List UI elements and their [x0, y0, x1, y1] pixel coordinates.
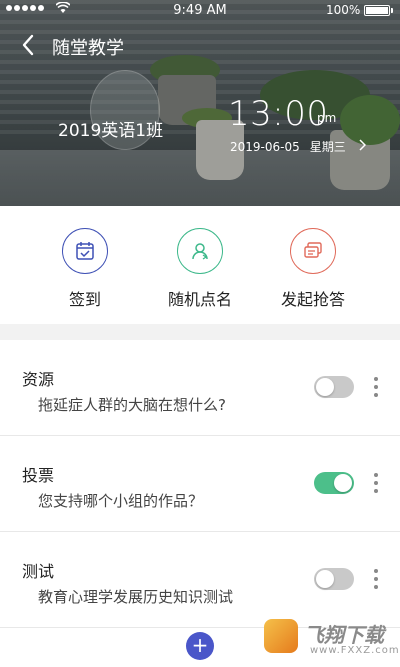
chevron-left-icon[interactable] [18, 32, 40, 58]
sign-in-button[interactable]: 签到 [30, 228, 140, 310]
class-time: 13:00 [228, 94, 329, 134]
watermark-url: www.FXXZ.com [310, 645, 400, 656]
toggle-switch[interactable] [314, 472, 354, 494]
item-title: 资源 [22, 370, 55, 389]
item-subtitle: 拖延症人群的大脑在想什么? [38, 396, 226, 414]
list-item[interactable]: 资源 拖延症人群的大脑在想什么? [0, 340, 400, 436]
item-subtitle: 教育心理学发展历史知识测试 [38, 588, 234, 606]
more-vertical-icon[interactable] [368, 566, 384, 592]
chevron-right-icon [358, 138, 366, 155]
item-subtitle: 您支持哪个小组的作品？ [38, 492, 204, 510]
status-bar: 9:49 AM 100% [0, 0, 400, 20]
watermark-logo: 飞翔下载 www.FXXZ.com [264, 617, 399, 663]
sign-in-label: 签到 [68, 290, 101, 309]
toggle-switch[interactable] [314, 376, 354, 398]
quick-answer-label: 发起抢答 [280, 290, 345, 309]
add-button[interactable]: + [186, 632, 214, 660]
section-divider [0, 324, 400, 340]
random-call-button[interactable]: 随机点名 [145, 228, 255, 310]
list-item[interactable]: 投票 您支持哪个小组的作品？ [0, 436, 400, 532]
user-random-icon [177, 228, 223, 274]
watermark-text: 飞翔下载 [304, 623, 384, 647]
action-row: 签到 随机点名 发起抢答 [0, 206, 400, 324]
more-vertical-icon[interactable] [368, 470, 384, 496]
calendar-check-icon [62, 228, 108, 274]
page-title: 随堂教学 [52, 38, 124, 59]
class-name: 2019英语1班 [58, 121, 164, 141]
quick-answer-button[interactable]: 发起抢答 [258, 228, 368, 310]
activity-list: 资源 拖延症人群的大脑在想什么? 投票 您支持哪个小组的作品？ 测试 教育心理学… [0, 340, 400, 628]
random-call-label: 随机点名 [167, 290, 232, 309]
battery-percent: 100% [326, 3, 361, 17]
battery-tip [391, 8, 393, 13]
more-vertical-icon[interactable] [368, 374, 384, 400]
watermark-icon [264, 619, 298, 653]
navbar: 随堂教学 [0, 28, 400, 64]
list-item[interactable]: 测试 教育心理学发展历史知识测试 [0, 532, 400, 628]
class-date: 2019-06-05 [230, 139, 300, 154]
item-title: 投票 [22, 466, 55, 485]
toggle-switch[interactable] [314, 568, 354, 590]
item-title: 测试 [22, 562, 55, 581]
header-hero: 9:49 AM 100% 随堂教学 2019英语1班 13:00 pm 2019… [0, 0, 400, 206]
class-time-ampm: pm [317, 111, 337, 125]
chat-bubbles-icon [290, 228, 336, 274]
battery-icon [364, 5, 390, 16]
class-date-row[interactable]: 2019-06-05 星期三 [230, 138, 366, 155]
class-weekday: 星期三 [309, 140, 346, 154]
